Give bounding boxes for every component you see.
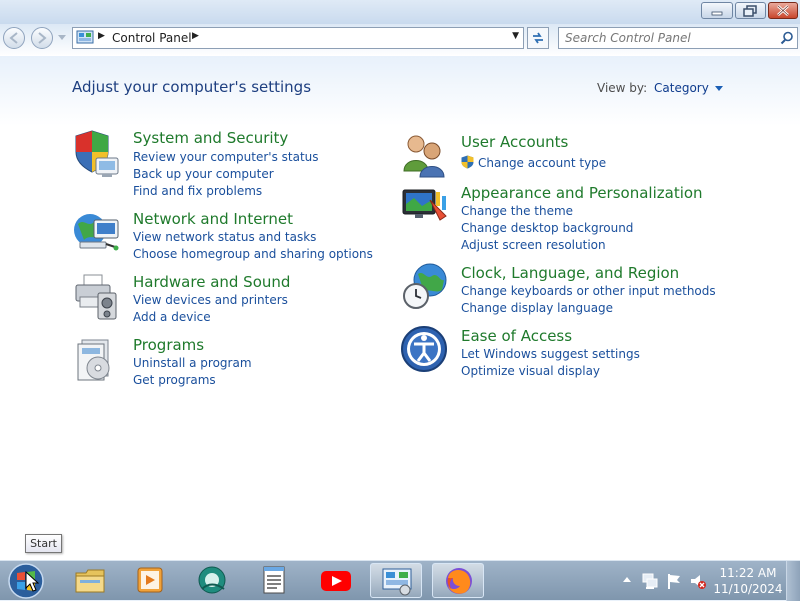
- address-dropdown-icon[interactable]: ▼: [512, 31, 519, 41]
- media-player-icon: [137, 567, 163, 593]
- title-bar[interactable]: [0, 0, 800, 24]
- link-find-fix-problems[interactable]: Find and fix problems: [133, 184, 262, 198]
- back-button[interactable]: [3, 27, 25, 49]
- category-title-ease-of-access[interactable]: Ease of Access: [461, 327, 572, 345]
- address-toolbar: ▶ Control Panel ▶ ▼: [0, 24, 800, 56]
- link-screen-resolution[interactable]: Adjust screen resolution: [461, 238, 606, 252]
- back-arrow-icon: [9, 32, 18, 44]
- link-desktop-background[interactable]: Change desktop background: [461, 221, 633, 235]
- taskbar-file-explorer[interactable]: [64, 563, 116, 598]
- network-status-icon[interactable]: [642, 572, 658, 590]
- start-tooltip: Start: [25, 534, 62, 553]
- control-panel-window: ▶ Control Panel ▶ ▼ Adjust your computer…: [0, 0, 800, 560]
- view-by-label: View by:: [597, 81, 648, 95]
- file-explorer-icon: [75, 569, 105, 593]
- taskbar-firefox[interactable]: [432, 563, 484, 598]
- close-button[interactable]: [768, 2, 798, 19]
- link-optimize-visual-display[interactable]: Optimize visual display: [461, 364, 600, 378]
- link-change-theme[interactable]: Change the theme: [461, 204, 573, 218]
- notepad-icon: [263, 566, 285, 594]
- clock-date: 11/10/2024: [713, 582, 783, 596]
- taskbar-app[interactable]: [186, 563, 238, 598]
- category-system-security: System and Security Review your computer…: [72, 128, 382, 198]
- category-title-programs[interactable]: Programs: [133, 336, 204, 354]
- control-panel-small-icon: [76, 30, 94, 44]
- recent-pages-chevron-icon[interactable]: [58, 35, 66, 41]
- forward-arrow-icon: [38, 32, 47, 44]
- link-uninstall-program[interactable]: Uninstall a program: [133, 356, 252, 370]
- link-homegroup-sharing[interactable]: Choose homegroup and sharing options: [133, 247, 373, 261]
- close-icon: [777, 5, 789, 16]
- link-change-account-type-label[interactable]: Change account type: [478, 156, 606, 170]
- view-by-dropdown[interactable]: Category: [654, 81, 723, 95]
- category-network-internet: Network and Internet View network status…: [72, 208, 382, 264]
- search-box[interactable]: [558, 27, 798, 49]
- search-icon[interactable]: [780, 31, 794, 45]
- taskbar-clock[interactable]: 11:22 AM 11/10/2024: [712, 565, 784, 597]
- ease-of-access-icon[interactable]: [400, 325, 450, 375]
- link-add-device[interactable]: Add a device: [133, 310, 211, 324]
- category-appearance-personalization: Appearance and Personalization Change th…: [400, 182, 720, 252]
- clock-time: 11:22 AM: [719, 566, 777, 580]
- link-review-status[interactable]: Review your computer's status: [133, 150, 319, 164]
- link-devices-printers[interactable]: View devices and printers: [133, 293, 288, 307]
- address-bar[interactable]: ▶ Control Panel ▶ ▼: [72, 27, 524, 49]
- restore-icon: [743, 5, 757, 17]
- minimize-icon: [711, 11, 723, 16]
- minimize-button[interactable]: [701, 2, 733, 19]
- app-icon: [198, 566, 226, 594]
- category-title-appearance[interactable]: Appearance and Personalization: [461, 184, 703, 202]
- show-hidden-icons-icon[interactable]: [622, 575, 632, 585]
- forward-button[interactable]: [31, 27, 53, 49]
- breadcrumb-control-panel[interactable]: Control Panel: [112, 31, 192, 45]
- search-input[interactable]: [565, 30, 770, 46]
- category-hardware-sound: Hardware and Sound View devices and prin…: [72, 271, 382, 327]
- mouse-pointer-icon: [25, 571, 39, 592]
- category-programs: Programs Uninstall a program Get program…: [72, 334, 382, 390]
- refresh-icon: [533, 32, 543, 44]
- firefox-icon: [446, 568, 472, 594]
- link-display-language[interactable]: Change display language: [461, 301, 613, 315]
- uac-shield-icon: [461, 155, 474, 169]
- content-area: Adjust your computer's settings View by:…: [0, 56, 800, 560]
- breadcrumb-separator-icon[interactable]: ▶: [98, 31, 105, 41]
- link-get-programs[interactable]: Get programs: [133, 373, 216, 387]
- view-by-value[interactable]: Category: [654, 81, 709, 95]
- action-center-flag-icon[interactable]: [666, 572, 682, 590]
- category-title-hardware-sound[interactable]: Hardware and Sound: [133, 273, 290, 291]
- link-change-keyboards[interactable]: Change keyboards or other input methods: [461, 284, 716, 298]
- control-panel-icon: [382, 568, 412, 596]
- category-clock-language-region: Clock, Language, and Region Change keybo…: [400, 262, 720, 318]
- display-icon[interactable]: [400, 182, 450, 232]
- category-title-clock-region[interactable]: Clock, Language, and Region: [461, 264, 679, 282]
- chevron-down-icon[interactable]: [714, 86, 723, 91]
- breadcrumb-separator-icon[interactable]: ▶: [192, 31, 199, 41]
- category-title-network-internet[interactable]: Network and Internet: [133, 210, 293, 228]
- taskbar-notepad[interactable]: [248, 563, 300, 598]
- taskbar-control-panel[interactable]: [370, 563, 422, 598]
- refresh-button[interactable]: [527, 27, 549, 49]
- link-back-up[interactable]: Back up your computer: [133, 167, 274, 181]
- youtube-icon: [321, 571, 351, 591]
- restore-button[interactable]: [735, 2, 766, 19]
- network-icon[interactable]: [72, 208, 122, 258]
- taskbar-media-player[interactable]: [124, 563, 176, 598]
- page-title: Adjust your computer's settings: [72, 78, 312, 96]
- category-ease-of-access: Ease of Access Let Windows suggest setti…: [400, 325, 720, 381]
- users-icon[interactable]: [400, 131, 450, 181]
- globe-clock-icon[interactable]: [400, 262, 450, 312]
- shield-icon[interactable]: [72, 128, 122, 178]
- show-desktop-button[interactable]: [786, 561, 800, 601]
- taskbar-youtube[interactable]: [310, 563, 362, 598]
- category-user-accounts: User Accounts Change account type: [400, 131, 720, 181]
- category-title-user-accounts[interactable]: User Accounts: [461, 133, 568, 151]
- link-suggest-settings[interactable]: Let Windows suggest settings: [461, 347, 640, 361]
- programs-icon[interactable]: [72, 334, 122, 384]
- taskbar: 11:22 AM 11/10/2024: [0, 560, 800, 601]
- printer-icon[interactable]: [72, 271, 122, 321]
- category-title-system-security[interactable]: System and Security: [133, 129, 288, 147]
- volume-muted-icon[interactable]: [690, 572, 706, 590]
- link-network-status[interactable]: View network status and tasks: [133, 230, 316, 244]
- link-change-account-type[interactable]: Change account type: [461, 155, 606, 170]
